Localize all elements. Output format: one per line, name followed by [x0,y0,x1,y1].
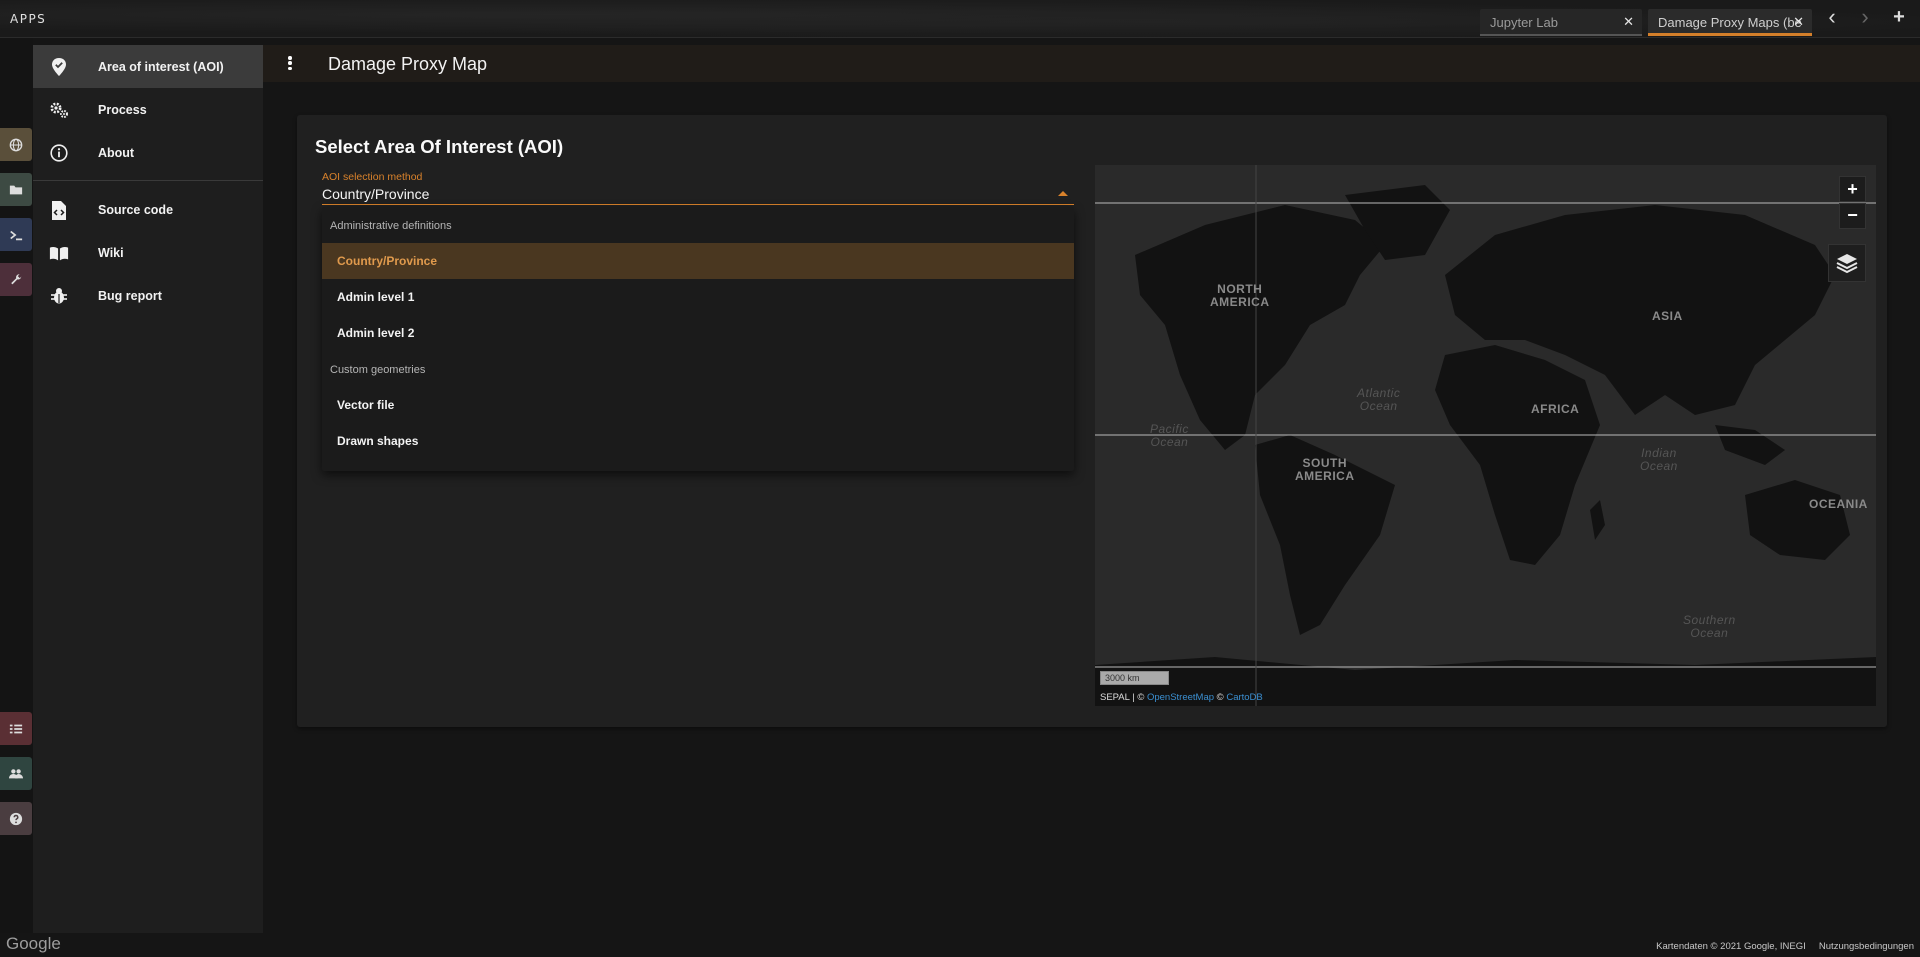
rail-files-button[interactable] [0,173,32,206]
cogs-icon [49,100,69,120]
folder-icon [9,185,23,194]
more-vert-icon[interactable] [283,53,297,73]
cartodb-link[interactable]: CartoDB [1226,692,1262,703]
card-title: Select Area Of Interest (AOI) [315,136,564,157]
close-icon[interactable]: ✕ [1793,14,1804,30]
app-title: Damage Proxy Map [328,54,488,74]
drawer-divider [33,180,263,181]
label-asia: ASIA [1652,309,1683,323]
aoi-card: Select Area Of Interest (AOI) AOI select… [297,115,1887,727]
bug-icon [49,286,69,306]
zoom-in-button[interactable]: + [1839,176,1866,202]
nav-item-label: Area of interest (AOI) [98,59,224,74]
nav-item-source-code[interactable]: Source code [33,188,263,231]
nav-item-about[interactable]: About [33,131,263,174]
select-value: Country/Province [322,186,430,202]
label-atlantic-ocean: Atlantic Ocean [1357,386,1401,413]
plus-icon[interactable]: + [1889,6,1909,29]
google-logo: Google [6,934,61,953]
info-circle-icon [49,143,69,163]
nav-item-process[interactable]: Process [33,88,263,131]
caret-up-icon[interactable] [1058,191,1068,196]
menu-item-country-province[interactable]: Country/Province [322,243,1074,279]
label-africa: AFRICA [1531,402,1580,416]
menu-subheader: Custom geometries [330,364,426,376]
rail-tasks-button[interactable] [0,712,32,745]
wrench-icon [11,273,22,284]
map-view[interactable]: NORTH AMERICA ASIA Atlantic Ocean AFRICA… [1095,165,1876,706]
apps-label: APPS [10,12,47,26]
scale-bar: 3000 km [1100,671,1169,685]
nav-item-label: Process [98,102,147,117]
label-oceania: OCEANIA [1809,497,1868,511]
layers-icon [1836,254,1858,274]
terminal-icon [10,230,23,240]
label-indian-ocean: Indian Ocean [1640,446,1678,473]
nav-item-wiki[interactable]: Wiki [33,231,263,274]
attribution-text: © [1214,692,1227,703]
map-marker-check-icon [49,57,69,77]
sepal-rail [0,38,33,933]
chevron-left-icon[interactable]: ‹ [1822,4,1842,30]
attribution-text: SEPAL | © [1100,692,1147,703]
menu-item-admin-level-2[interactable]: Admin level 2 [322,315,1074,351]
tab-label: Damage Proxy Maps (be [1658,15,1802,30]
chevron-right-icon[interactable]: › [1855,4,1875,30]
nav-item-label: Wiki [98,245,124,260]
tasks-icon [9,724,23,733]
nav-item-label: Source code [98,202,174,217]
rail-users-button[interactable] [0,757,32,790]
aoi-method-menu: Administrative definitions Country/Provi… [322,207,1074,471]
zoom-out-button[interactable]: − [1839,203,1866,229]
label-south-america: SOUTH AMERICA [1295,456,1355,483]
layers-button[interactable] [1828,244,1866,282]
label-pacific-ocean: Pacific Ocean [1150,422,1189,449]
map-attribution: SEPAL | © OpenStreetMap © CartoDB [1100,692,1263,703]
world-basemap [1095,165,1876,706]
label-southern-ocean: Southern Ocean [1683,613,1736,640]
menu-item-vector-file[interactable]: Vector file [322,387,1074,423]
app-bar: Damage Proxy Map [263,45,1920,82]
close-icon[interactable]: ✕ [1623,14,1634,30]
menu-subheader: Administrative definitions [330,220,452,232]
nav-item-label: Bug report [98,288,162,303]
menu-item-drawn-shapes[interactable]: Drawn shapes [322,423,1074,459]
globe-icon [9,138,23,151]
label-north-america: NORTH AMERICA [1210,282,1270,309]
navigation-drawer: Area of interest (AOI) Process About Sou… [33,45,263,933]
file-code-icon [49,200,69,220]
nav-item-aoi[interactable]: Area of interest (AOI) [33,45,263,88]
nav-item-label: About [98,145,135,160]
book-open-icon [49,243,69,263]
aoi-method-select[interactable]: AOI selection method Country/Province [322,171,1074,205]
tab-label: Jupyter Lab [1490,15,1558,30]
rail-tools-button[interactable] [0,263,32,296]
tab-jupyter-lab[interactable]: Jupyter Lab ✕ [1480,9,1642,36]
nav-item-bug-report[interactable]: Bug report [33,274,263,317]
map-data-footer[interactable]: Kartendaten © 2021 Google, INEGI Nutzung… [1656,941,1914,952]
menu-item-admin-level-1[interactable]: Admin level 1 [322,279,1074,315]
tab-damage-proxy-maps[interactable]: Damage Proxy Maps (be ✕ [1648,9,1812,36]
help-icon [9,812,23,825]
rail-apps-button[interactable] [0,128,32,161]
openstreetmap-link[interactable]: OpenStreetMap [1147,692,1214,703]
rail-help-button[interactable] [0,802,32,835]
users-icon [9,768,23,778]
select-label: AOI selection method [322,171,423,183]
top-bar: APPS Jupyter Lab ✕ Damage Proxy Maps (be… [0,0,1920,38]
rail-terminal-button[interactable] [0,218,32,251]
